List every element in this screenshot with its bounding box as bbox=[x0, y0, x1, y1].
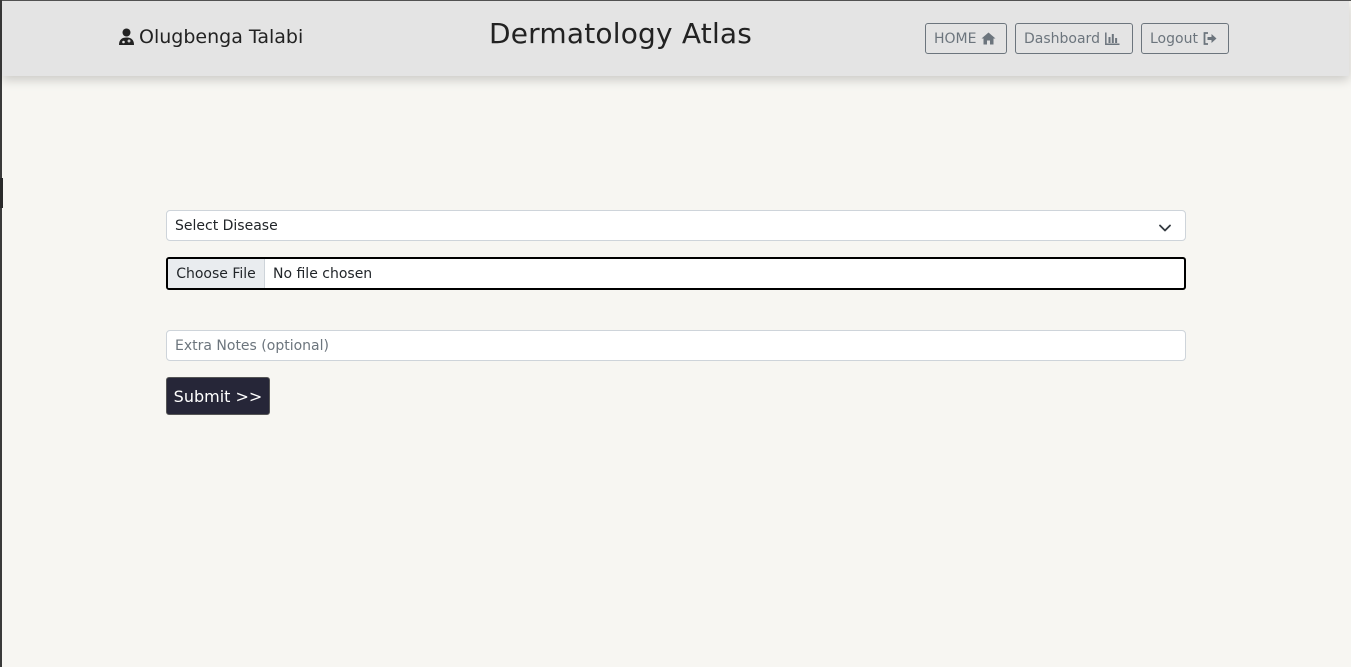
file-input[interactable]: Choose File No file chosen bbox=[166, 257, 1186, 290]
file-status-text: No file chosen bbox=[273, 265, 373, 282]
site-title: Dermatology Atlas bbox=[489, 17, 753, 50]
nav-buttons: HOME Dashboard Logout bbox=[925, 23, 1229, 54]
top-navbar: Olugbenga Talabi Dermatology Atlas HOME … bbox=[2, 1, 1349, 76]
dashboard-button[interactable]: Dashboard bbox=[1015, 23, 1133, 54]
disease-select[interactable]: Select Disease bbox=[166, 210, 1186, 241]
user-profile: Olugbenga Talabi bbox=[118, 26, 303, 48]
home-button-label: HOME bbox=[934, 30, 977, 47]
sign-out-icon bbox=[1203, 32, 1217, 45]
choose-file-button[interactable]: Choose File bbox=[168, 259, 265, 288]
user-name: Olugbenga Talabi bbox=[139, 26, 304, 48]
window-left-border bbox=[0, 0, 2, 667]
user-doctor-icon bbox=[118, 28, 135, 46]
upload-form: Select Disease Choose File No file chose… bbox=[166, 210, 1186, 415]
chevron-down-icon bbox=[1159, 220, 1171, 236]
disease-select-value: Select Disease bbox=[175, 217, 278, 234]
window-left-notch bbox=[0, 178, 3, 208]
logout-button-label: Logout bbox=[1150, 30, 1198, 47]
bar-chart-icon bbox=[1105, 32, 1120, 45]
submit-button[interactable]: Submit >> bbox=[166, 377, 270, 415]
logout-button[interactable]: Logout bbox=[1141, 23, 1229, 54]
home-icon bbox=[981, 32, 996, 45]
dashboard-button-label: Dashboard bbox=[1024, 30, 1100, 47]
extra-notes-input[interactable] bbox=[166, 330, 1186, 361]
home-button[interactable]: HOME bbox=[925, 23, 1007, 54]
